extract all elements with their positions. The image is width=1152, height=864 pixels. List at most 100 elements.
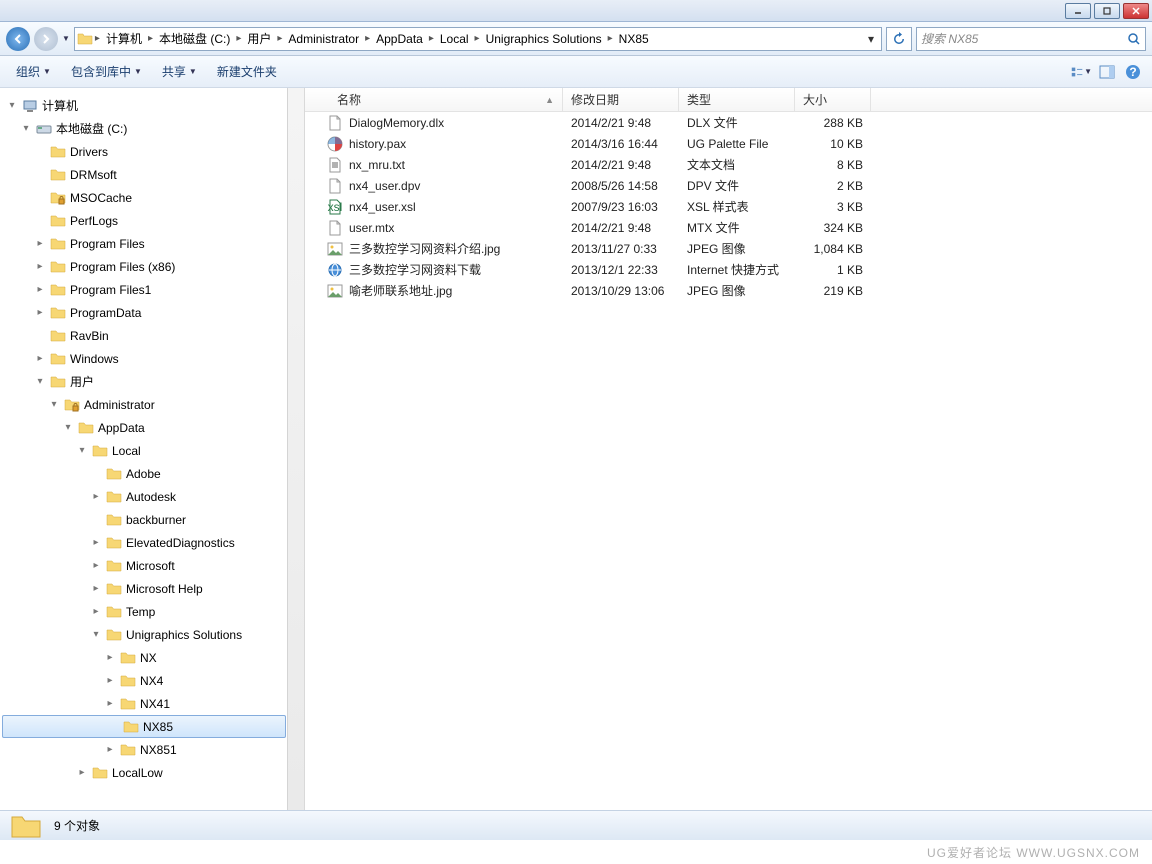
folder-lock-icon xyxy=(50,190,66,206)
expander-icon[interactable]: ▸ xyxy=(90,491,102,502)
breadcrumb-separator[interactable]: ▸ xyxy=(275,33,284,44)
expander-icon[interactable]: ▸ xyxy=(34,307,46,318)
tree-item[interactable]: ▸Microsoft xyxy=(0,554,304,577)
breadcrumb-item[interactable]: NX85 xyxy=(615,28,653,50)
tree-item[interactable]: PerfLogs xyxy=(0,209,304,232)
breadcrumb-separator[interactable]: ▸ xyxy=(234,33,243,44)
expander-icon[interactable]: ▾ xyxy=(34,376,46,387)
tree-item[interactable]: DRMsoft xyxy=(0,163,304,186)
tree-item[interactable]: NX85 xyxy=(2,715,286,738)
column-headers[interactable]: 名称▲ 修改日期 类型 大小 xyxy=(305,88,1152,112)
expander-icon[interactable]: ▸ xyxy=(104,675,116,686)
breadcrumb-separator[interactable]: ▸ xyxy=(473,33,482,44)
tree-item[interactable]: Drivers xyxy=(0,140,304,163)
refresh-button[interactable] xyxy=(886,27,912,51)
expander-icon[interactable]: ▸ xyxy=(90,560,102,571)
tree-item[interactable]: ▸NX4 xyxy=(0,669,304,692)
expander-icon[interactable]: ▸ xyxy=(104,744,116,755)
column-name[interactable]: 名称▲ xyxy=(305,88,563,111)
expander-icon[interactable]: ▸ xyxy=(90,583,102,594)
tree-item[interactable]: ▸ProgramData xyxy=(0,301,304,324)
tree-item[interactable]: ▸Autodesk xyxy=(0,485,304,508)
organize-button[interactable]: 组织▼ xyxy=(8,59,59,84)
expander-icon[interactable]: ▸ xyxy=(34,261,46,272)
close-button[interactable] xyxy=(1123,3,1149,19)
maximize-button[interactable] xyxy=(1094,3,1120,19)
expander-icon[interactable]: ▾ xyxy=(6,100,18,111)
tree-item[interactable]: ▾Local xyxy=(0,439,304,462)
forward-button[interactable] xyxy=(34,27,58,51)
expander-icon[interactable]: ▾ xyxy=(90,629,102,640)
tree-item[interactable]: Adobe xyxy=(0,462,304,485)
preview-pane-button[interactable] xyxy=(1096,61,1118,83)
file-row[interactable]: 三多数控学习网资料介绍.jpg2013/11/27 0:33JPEG 图像1,0… xyxy=(305,238,1152,259)
breadcrumb-item[interactable]: 用户 xyxy=(243,28,275,50)
tree-item[interactable]: ▸Windows xyxy=(0,347,304,370)
tree-item[interactable]: ▸NX851 xyxy=(0,738,304,761)
file-row[interactable]: history.pax2014/3/16 16:44UG Palette Fil… xyxy=(305,133,1152,154)
column-size[interactable]: 大小 xyxy=(795,88,871,111)
expander-icon[interactable]: ▾ xyxy=(62,422,74,433)
file-row[interactable]: nx4_user.dpv2008/5/26 14:58DPV 文件2 KB xyxy=(305,175,1152,196)
tree-item[interactable]: ▾AppData xyxy=(0,416,304,439)
include-library-button[interactable]: 包含到库中▼ xyxy=(63,59,150,84)
breadcrumb-separator[interactable]: ▸ xyxy=(427,33,436,44)
tree-item[interactable]: backburner xyxy=(0,508,304,531)
expander-icon[interactable]: ▾ xyxy=(48,399,60,410)
tree-item[interactable]: ▾本地磁盘 (C:) xyxy=(0,117,304,140)
file-row[interactable]: DialogMemory.dlx2014/2/21 9:48DLX 文件288 … xyxy=(305,112,1152,133)
file-row[interactable]: nx_mru.txt2014/2/21 9:48文本文档8 KB xyxy=(305,154,1152,175)
breadcrumb-item[interactable]: Unigraphics Solutions xyxy=(482,28,606,50)
search-input[interactable]: 搜索 NX85 xyxy=(916,27,1146,51)
new-folder-button[interactable]: 新建文件夹 xyxy=(209,59,285,84)
tree-item[interactable]: ▸Temp xyxy=(0,600,304,623)
breadcrumb-item[interactable]: AppData xyxy=(372,28,427,50)
tree-item[interactable]: ▸NX xyxy=(0,646,304,669)
folder-tree[interactable]: ▾计算机▾本地磁盘 (C:)DriversDRMsoftMSOCachePerf… xyxy=(0,88,305,810)
tree-item[interactable]: ▸Program Files xyxy=(0,232,304,255)
breadcrumb-separator[interactable]: ▸ xyxy=(146,33,155,44)
column-date[interactable]: 修改日期 xyxy=(563,88,679,111)
view-button[interactable]: ▼ xyxy=(1070,61,1092,83)
tree-item[interactable]: ▸Program Files1 xyxy=(0,278,304,301)
address-bar[interactable]: ▸计算机▸本地磁盘 (C:)▸用户▸Administrator▸AppData▸… xyxy=(74,27,882,51)
breadcrumb-item[interactable]: 本地磁盘 (C:) xyxy=(155,28,234,50)
expander-icon[interactable]: ▸ xyxy=(104,652,116,663)
expander-icon[interactable]: ▸ xyxy=(34,238,46,249)
minimize-button[interactable] xyxy=(1065,3,1091,19)
file-row[interactable]: 三多数控学习网资料下载2013/12/1 22:33Internet 快捷方式1… xyxy=(305,259,1152,280)
tree-item[interactable]: MSOCache xyxy=(0,186,304,209)
file-row[interactable]: user.mtx2014/2/21 9:48MTX 文件324 KB xyxy=(305,217,1152,238)
breadcrumb-separator[interactable]: ▸ xyxy=(606,33,615,44)
tree-item[interactable]: ▾Administrator xyxy=(0,393,304,416)
help-button[interactable]: ? xyxy=(1122,61,1144,83)
history-dropdown[interactable]: ▼ xyxy=(62,34,70,43)
tree-item[interactable]: RavBin xyxy=(0,324,304,347)
breadcrumb-separator[interactable]: ▸ xyxy=(363,33,372,44)
file-row[interactable]: xslnx4_user.xsl2007/9/23 16:03XSL 样式表3 K… xyxy=(305,196,1152,217)
tree-item[interactable]: ▾计算机 xyxy=(0,94,304,117)
expander-icon[interactable]: ▸ xyxy=(76,767,88,778)
expander-icon[interactable]: ▸ xyxy=(34,284,46,295)
tree-item[interactable]: ▸Program Files (x86) xyxy=(0,255,304,278)
tree-item[interactable]: ▾用户 xyxy=(0,370,304,393)
breadcrumb-item[interactable]: Local xyxy=(436,28,473,50)
tree-item[interactable]: ▸ElevatedDiagnostics xyxy=(0,531,304,554)
tree-item[interactable]: ▸LocalLow xyxy=(0,761,304,784)
address-dropdown[interactable]: ▾ xyxy=(863,32,879,46)
expander-icon[interactable]: ▸ xyxy=(104,698,116,709)
file-row[interactable]: 喻老师联系地址.jpg2013/10/29 13:06JPEG 图像219 KB xyxy=(305,280,1152,301)
expander-icon[interactable]: ▾ xyxy=(76,445,88,456)
expander-icon[interactable]: ▸ xyxy=(90,537,102,548)
breadcrumb-item[interactable]: 计算机 xyxy=(102,28,146,50)
expander-icon[interactable]: ▾ xyxy=(20,123,32,134)
expander-icon[interactable]: ▸ xyxy=(90,606,102,617)
tree-item[interactable]: ▸Microsoft Help xyxy=(0,577,304,600)
tree-item[interactable]: ▸NX41 xyxy=(0,692,304,715)
share-button[interactable]: 共享▼ xyxy=(154,59,205,84)
tree-item[interactable]: ▾Unigraphics Solutions xyxy=(0,623,304,646)
column-type[interactable]: 类型 xyxy=(679,88,795,111)
back-button[interactable] xyxy=(6,27,30,51)
expander-icon[interactable]: ▸ xyxy=(34,353,46,364)
breadcrumb-item[interactable]: Administrator xyxy=(284,28,363,50)
